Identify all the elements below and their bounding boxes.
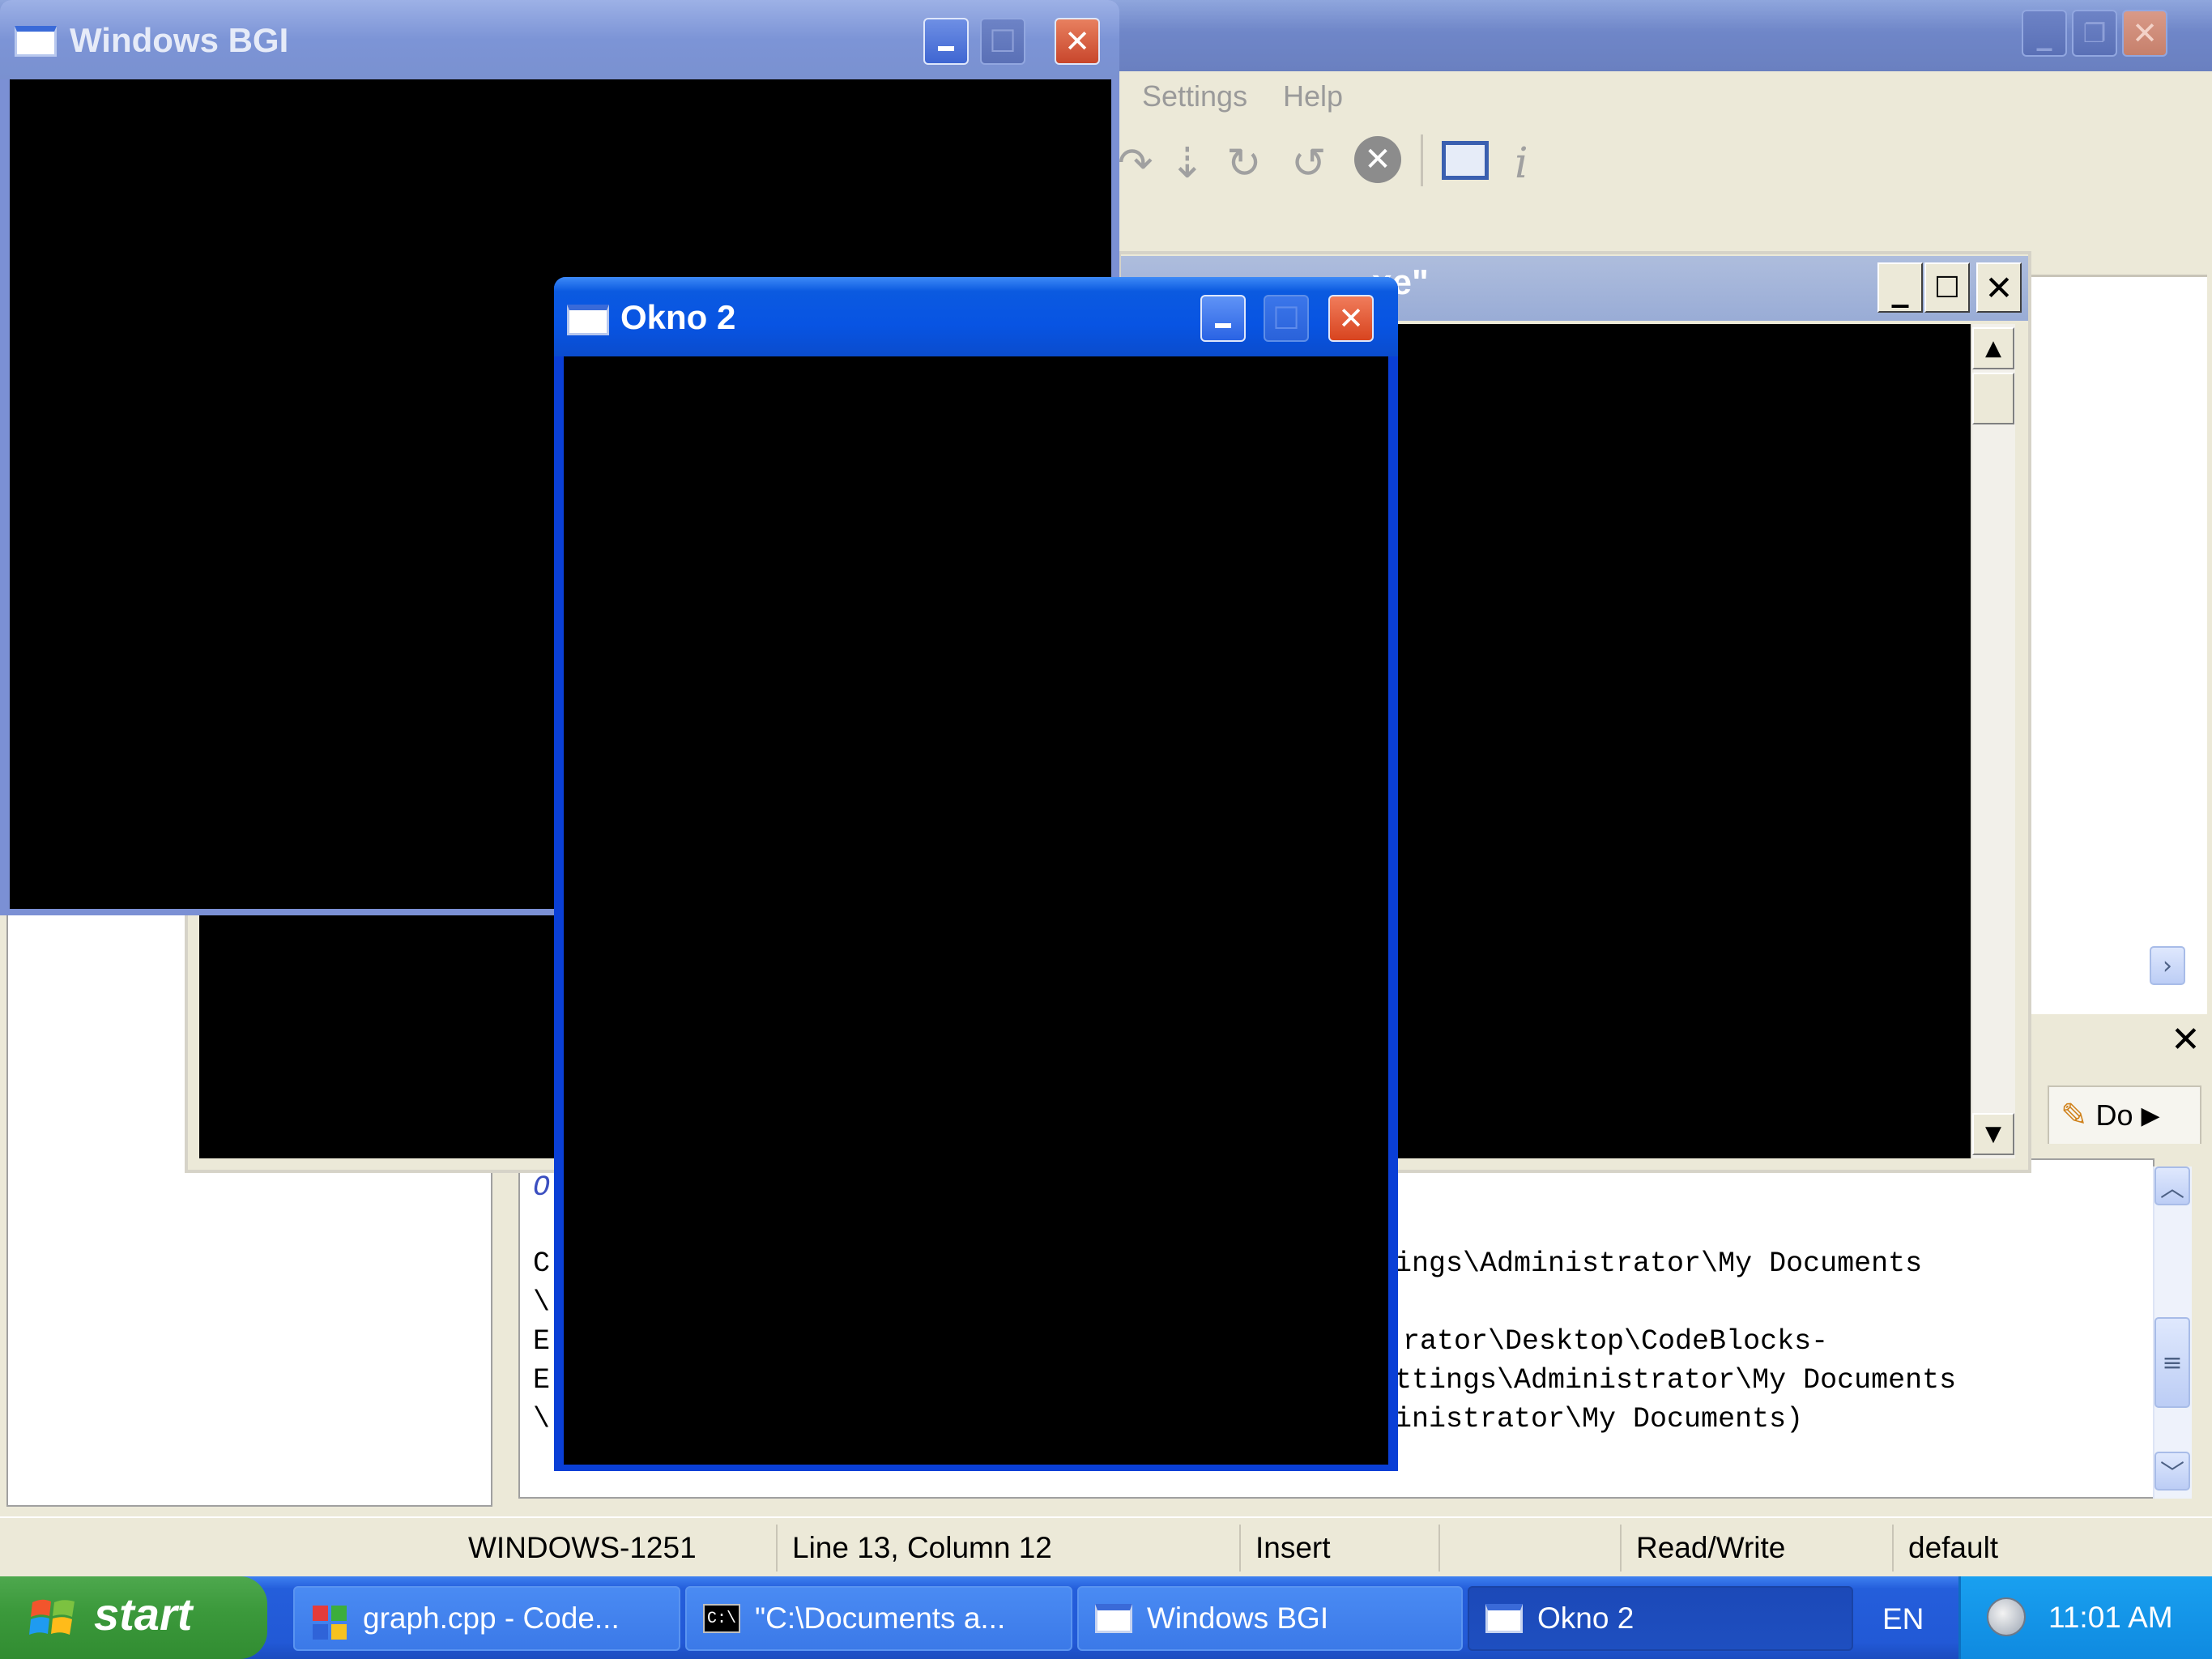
console-scroll-thumb[interactable] (1972, 373, 2014, 424)
status-encoding: WINDOWS-1251 (468, 1531, 697, 1564)
minimize-icon (938, 46, 954, 51)
toolbar-separator (1421, 134, 1423, 186)
console-output-left (199, 911, 556, 1158)
ide-close-button[interactable]: ✕ (2122, 10, 2167, 57)
debug-windows-icon[interactable] (1442, 141, 1489, 180)
windows-logo-icon (29, 1594, 76, 1641)
taskbar-item-console[interactable]: C:\ "C:\Documents a... (685, 1586, 1072, 1651)
status-access: Read/Write (1620, 1525, 1785, 1572)
status-insert-mode: Insert (1239, 1525, 1331, 1572)
log-scroll-thumb[interactable]: ≡ (2154, 1317, 2190, 1408)
log-line-2-left: \ (533, 1286, 551, 1319)
logs-tab-label: Do (2095, 1098, 2133, 1132)
ide-menubar: Settings Help (1118, 71, 2212, 123)
menu-settings[interactable]: Settings (1142, 79, 1247, 113)
language-indicator[interactable]: EN (1882, 1602, 1924, 1636)
status-divider (1438, 1525, 1440, 1572)
debug-step-out-icon[interactable]: ↺ (1291, 139, 1327, 188)
tab-scroll-right-icon[interactable]: ▶ (2142, 1102, 2160, 1130)
ide-restore-button[interactable]: ❐ (2072, 10, 2117, 57)
system-tray: 11:01 AM (1958, 1576, 2212, 1659)
menu-help[interactable]: Help (1283, 79, 1343, 113)
okno-canvas[interactable] (564, 356, 1388, 1465)
editor-scroll-right-button[interactable]: › (2150, 946, 2185, 985)
bgi-close-button[interactable]: ✕ (1055, 18, 1100, 65)
taskbar-item-label: "C:\Documents a... (755, 1601, 1006, 1635)
logs-close-icon[interactable]: ✕ (2171, 1019, 2201, 1060)
logs-header: ✕ (2031, 1014, 2210, 1071)
minimize-icon (1215, 323, 1231, 328)
taskbar-item-label: graph.cpp - Code... (363, 1601, 620, 1635)
info-icon[interactable]: i (1515, 139, 1528, 188)
console-maximize-button[interactable]: ☐ (1924, 262, 1970, 313)
console-icon: C:\ (703, 1604, 740, 1633)
taskbar-item-label: Windows BGI (1147, 1601, 1329, 1635)
okno-title: Okno 2 (620, 298, 736, 336)
okno-maximize-button[interactable]: ☐ (1264, 295, 1309, 342)
start-button[interactable]: start (0, 1576, 267, 1659)
console-minimize-button[interactable]: _ (1877, 262, 1923, 313)
log-line-4-right: ttings\Administrator\My Documents (1395, 1364, 1957, 1397)
taskbar-item-codeblocks[interactable]: graph.cpp - Code... (293, 1586, 680, 1651)
taskbar-item-label: Okno 2 (1537, 1601, 1634, 1635)
logs-tab[interactable]: ✎ Do ▶ (2048, 1085, 2201, 1144)
debug-toolbar: ↷ ⇣ ↻ ↺ ✕ i (1118, 123, 2212, 204)
clock[interactable]: 11:01 AM (2048, 1601, 2173, 1635)
window-icon (1485, 1604, 1523, 1633)
bgi-titlebar[interactable]: Windows BGI ☐ ✕ (0, 0, 1119, 79)
logs-tab-strip: ✎ Do ▶ (2031, 1071, 2210, 1162)
log-line-4-left: E (533, 1364, 551, 1397)
window-icon (1095, 1604, 1132, 1633)
console-scrollbar[interactable]: ▲ ▼ (1971, 324, 2015, 1158)
log-line-1-right: ings\Administrator\My Documents (1395, 1247, 1923, 1280)
pencil-icon: ✎ (2061, 1097, 2088, 1134)
codeblocks-icon (311, 1604, 348, 1640)
okno-titlebar[interactable]: Okno 2 ☐ ✕ (554, 277, 1398, 356)
volume-icon[interactable] (1987, 1597, 2026, 1636)
taskbar-item-okno[interactable]: Okno 2 (1468, 1586, 1853, 1651)
status-profile: default (1892, 1525, 1998, 1572)
window-icon (567, 305, 609, 335)
okno-close-button[interactable]: ✕ (1328, 295, 1374, 342)
debug-step-into-icon[interactable]: ↷ (1118, 139, 1153, 188)
bgi-maximize-button[interactable]: ☐ (980, 18, 1025, 65)
status-bar: WINDOWS-1251 Line 13, Column 12 Insert R… (0, 1516, 2212, 1576)
log-line-3-left: E (533, 1325, 551, 1358)
log-scroll-down-button[interactable]: ﹀ (2154, 1452, 2190, 1491)
debug-step-icon[interactable]: ↻ (1226, 139, 1262, 188)
start-label: start (94, 1589, 193, 1640)
bgi-minimize-button[interactable] (923, 18, 969, 65)
log-scroll-up-button[interactable]: ︿ (2154, 1166, 2190, 1205)
log-line-3-right: rator\Desktop\CodeBlocks- (1403, 1325, 1829, 1358)
log-line-5-left: \ (533, 1403, 551, 1435)
status-cursor-position: Line 13, Column 12 (776, 1525, 1052, 1572)
log-line-fragment: O (533, 1171, 551, 1204)
log-line-5-right: inistrator\My Documents) (1395, 1403, 1804, 1435)
log-scrollbar[interactable]: ︿ ≡ ﹀ (2153, 1166, 2192, 1499)
window-icon (15, 26, 57, 57)
ide-minimize-button[interactable]: _ (2022, 10, 2067, 57)
console-close-button[interactable]: ✕ (1976, 262, 2022, 313)
debug-next-line-icon[interactable]: ⇣ (1170, 139, 1205, 188)
console-scroll-down-button[interactable]: ▼ (1972, 1113, 2014, 1155)
okno-minimize-button[interactable] (1200, 295, 1246, 342)
bgi-title: Windows BGI (70, 21, 289, 59)
log-line-1-left: C (533, 1247, 551, 1280)
taskbar-item-bgi[interactable]: Windows BGI (1077, 1586, 1463, 1651)
debug-stop-icon[interactable]: ✕ (1354, 136, 1401, 183)
console-scroll-up-button[interactable]: ▲ (1972, 327, 2014, 369)
